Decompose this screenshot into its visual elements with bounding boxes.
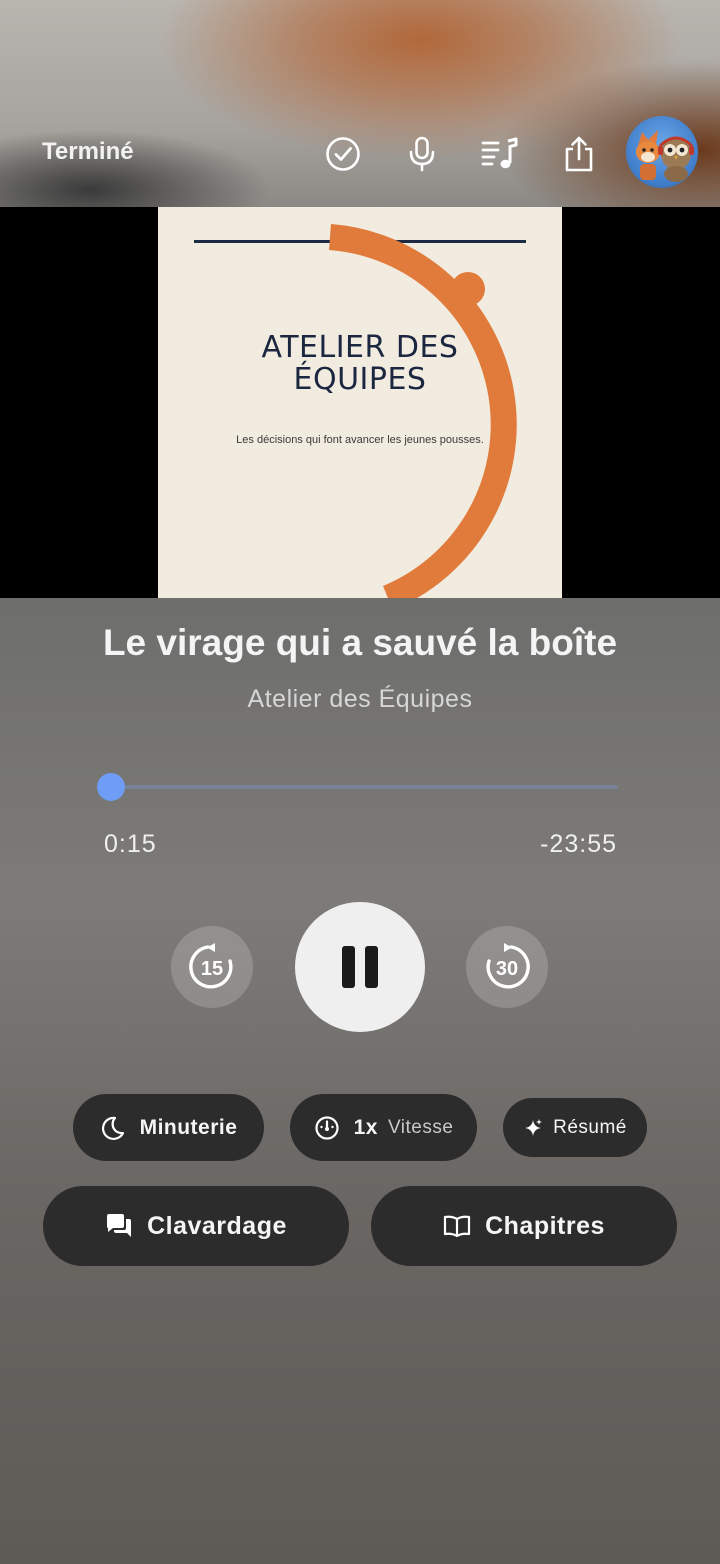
cover-title-line-2: ÉQUIPES <box>293 362 427 397</box>
skip-forward-30-icon: 30 <box>486 943 530 989</box>
podcast-cover: ATELIER DES ÉQUIPES Les décisions qui fo… <box>158 207 562 598</box>
speed-label: Vitesse <box>387 1116 454 1138</box>
share-icon[interactable] <box>557 132 601 176</box>
remaining-time: -23:55 <box>540 830 617 858</box>
book-icon <box>443 1214 471 1238</box>
summary-label: Résumé <box>553 1116 627 1138</box>
sleep-timer-label: Minuterie <box>139 1115 238 1139</box>
playback-speed-button[interactable]: 1x Vitesse <box>290 1094 477 1161</box>
speedometer-icon <box>314 1115 340 1141</box>
chapters-label: Chapitres <box>485 1211 605 1240</box>
avatar[interactable] <box>626 116 698 188</box>
skip-forward-button[interactable]: 30 <box>466 926 548 1008</box>
pause-icon <box>342 946 355 988</box>
checkmark-circle-icon[interactable] <box>321 132 365 176</box>
skip-back-button[interactable]: 15 <box>171 926 253 1008</box>
progress-slider[interactable] <box>97 773 618 801</box>
cover-title-line-1: ATELIER DES <box>261 330 459 365</box>
skip-forward-seconds: 30 <box>496 958 518 980</box>
pause-button[interactable] <box>295 902 425 1032</box>
microphone-icon[interactable] <box>400 132 444 176</box>
skip-back-15-icon: 15 <box>189 943 233 989</box>
chat-button[interactable]: Clavardage <box>43 1186 349 1266</box>
chat-label: Clavardage <box>147 1211 287 1240</box>
moon-icon <box>100 1115 126 1141</box>
pause-icon-bar <box>365 946 378 988</box>
cover-subtitle: Les décisions qui font avancer les jeune… <box>236 434 484 446</box>
queue-music-icon[interactable] <box>478 132 522 176</box>
chapters-button[interactable]: Chapitres <box>371 1186 677 1266</box>
elapsed-time: 0:15 <box>104 830 157 858</box>
summary-button[interactable]: Résumé <box>503 1098 647 1157</box>
top-bar: Terminé <box>0 116 720 190</box>
episode-title: Le virage qui a sauvé la boîte <box>102 622 618 663</box>
chat-bubbles-icon <box>105 1213 133 1239</box>
skip-back-seconds: 15 <box>201 958 223 980</box>
cover-title: ATELIER DES ÉQUIPES <box>158 332 562 396</box>
cover-arc-graphic <box>328 224 517 598</box>
sleep-timer-button[interactable]: Minuterie <box>73 1094 264 1161</box>
done-button[interactable]: Terminé <box>42 138 134 166</box>
sparkle-icon <box>523 1118 543 1138</box>
progress-knob[interactable] <box>97 773 126 801</box>
show-name[interactable]: Atelier des Équipes <box>0 685 720 714</box>
artwork-area: ATELIER DES ÉQUIPES Les décisions qui fo… <box>0 207 720 598</box>
speed-value: 1x <box>353 1115 378 1139</box>
